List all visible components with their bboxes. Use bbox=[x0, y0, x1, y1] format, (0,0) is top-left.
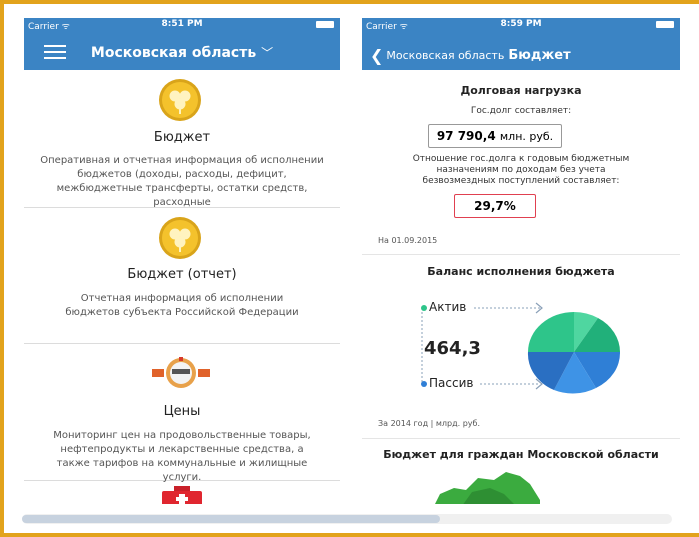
item-title: Бюджет (отчет) bbox=[127, 267, 237, 282]
navbar: Carrier ᯤ 8:51 PM Московская область ﹀ bbox=[24, 18, 340, 70]
divider bbox=[362, 254, 680, 255]
item-title: Бюджет bbox=[153, 130, 211, 145]
first-aid-kit-icon bbox=[162, 486, 202, 504]
list-item-prices[interactable]: Цены Мониторинг цен на продовольственные… bbox=[24, 344, 340, 483]
back-label: Московская область bbox=[386, 49, 505, 62]
active-label: Актив bbox=[429, 300, 467, 314]
debt-value: 97 790,4 bbox=[436, 129, 496, 143]
back-button[interactable]: ❮ Московская область Бюджет bbox=[370, 46, 571, 65]
scrollbar-thumb[interactable] bbox=[22, 515, 440, 523]
debt-unit: млн. руб. bbox=[499, 130, 554, 143]
divider bbox=[362, 438, 680, 439]
region-selector[interactable]: Московская область ﹀ bbox=[24, 44, 340, 61]
debt-label: Гос.долг составляет: bbox=[470, 106, 572, 116]
chevron-down-icon: ﹀ bbox=[261, 46, 274, 60]
debt-value-box: 97 790,4 млн. руб. bbox=[428, 124, 562, 148]
status-bar: Carrier ᯤ 8:51 PM bbox=[24, 18, 340, 32]
active-legend-dot bbox=[421, 305, 427, 311]
balance-pie-chart bbox=[527, 312, 621, 394]
debt-date: На 01.09.2015 bbox=[378, 236, 438, 245]
right-phone-screen: Carrier ᯤ 8:59 PM ❮ Московская область Бюд… bbox=[362, 18, 680, 504]
passive-legend-dot bbox=[421, 381, 427, 387]
citizens-section-title: Бюджет для граждан Московской области bbox=[383, 448, 659, 461]
horizontal-scrollbar[interactable] bbox=[22, 514, 672, 524]
clock: 8:51 PM bbox=[161, 19, 203, 29]
debt-section-title: Долговая нагрузка bbox=[460, 84, 582, 97]
debt-ratio-value: 29,7% bbox=[454, 194, 536, 218]
water-meter-icon bbox=[152, 357, 210, 388]
passive-label: Пассив bbox=[429, 376, 474, 390]
region-title: Московская область bbox=[90, 45, 257, 61]
battery-icon bbox=[656, 21, 674, 28]
status-bar: Carrier ᯤ 8:59 PM bbox=[362, 18, 680, 32]
item-description: Мониторинг цен на продовольственные това… bbox=[53, 430, 311, 483]
battery-icon bbox=[316, 21, 334, 28]
item-description: Отчетная информация об исполнении бюджет… bbox=[65, 293, 299, 318]
list-item-budget[interactable]: Бюджет Оперативная и отчетная информация… bbox=[24, 70, 340, 208]
page-title: Бюджет bbox=[508, 48, 571, 63]
left-phone-screen: Carrier ᯤ 8:51 PM Московская область ﹀ Б… bbox=[24, 18, 340, 504]
item-title: Цены bbox=[163, 404, 201, 419]
item-description: Оперативная и отчетная информация об исп… bbox=[40, 155, 324, 208]
region-map-icon bbox=[435, 472, 540, 504]
chevron-left-icon: ❮ bbox=[370, 46, 384, 65]
clover-coin-icon bbox=[159, 217, 201, 259]
navbar: Carrier ᯤ 8:59 PM ❮ Московская область Бюд… bbox=[362, 18, 680, 70]
balance-section-title: Баланс исполнения бюджета bbox=[427, 265, 615, 278]
clover-coin-icon bbox=[159, 79, 201, 121]
balance-note: За 2014 год | млрд. руб. bbox=[378, 419, 481, 428]
debt-ratio-label: Отношение гос.долга к годовым бюджетным … bbox=[412, 154, 630, 186]
list-item-budget-report[interactable]: Бюджет (отчет) Отчетная информация об ис… bbox=[24, 208, 340, 344]
balance-value: 464,3 bbox=[424, 338, 481, 359]
clock: 8:59 PM bbox=[500, 19, 542, 29]
